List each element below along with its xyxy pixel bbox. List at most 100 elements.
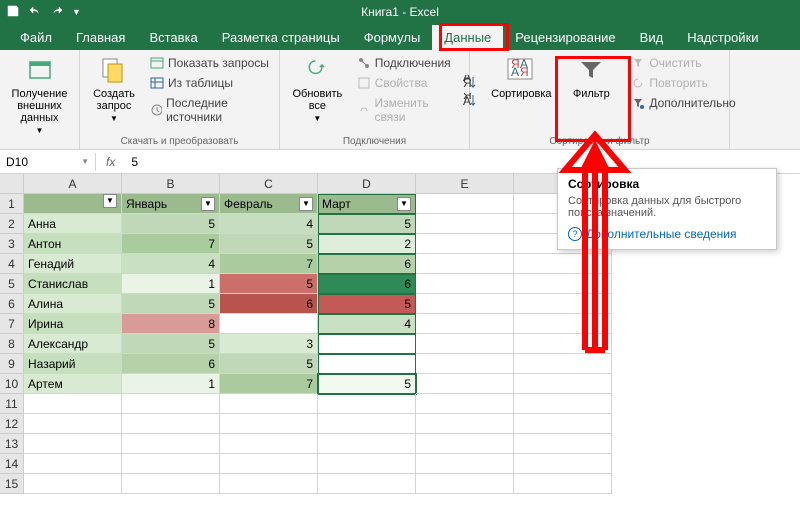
cell[interactable]: Анна	[24, 214, 122, 234]
customize-icon[interactable]: ▼	[72, 7, 81, 17]
refresh-all-button[interactable]: Обновить все▼	[286, 54, 349, 123]
cell[interactable]: 6	[318, 274, 416, 294]
cell[interactable]	[24, 434, 122, 454]
cell[interactable]	[318, 474, 416, 494]
cell[interactable]	[514, 454, 612, 474]
cell[interactable]: 1	[122, 274, 220, 294]
row-header[interactable]: 11	[0, 394, 24, 414]
tab-рецензирование[interactable]: Рецензирование	[503, 25, 627, 50]
cell[interactable]: 6	[318, 254, 416, 274]
cell[interactable]: 5	[220, 354, 318, 374]
cell[interactable]	[318, 454, 416, 474]
cell[interactable]: 6	[220, 294, 318, 314]
formula-input[interactable]: 5	[125, 155, 138, 169]
cell[interactable]	[220, 414, 318, 434]
cell[interactable]: 5	[318, 374, 416, 394]
cell[interactable]	[24, 414, 122, 434]
cell[interactable]: 2	[318, 234, 416, 254]
cell[interactable]	[416, 394, 514, 414]
cell[interactable]	[318, 414, 416, 434]
cell[interactable]	[318, 434, 416, 454]
col-header[interactable]: C	[220, 174, 318, 194]
cell[interactable]: 3	[220, 334, 318, 354]
cell[interactable]: 5	[220, 274, 318, 294]
cell[interactable]	[416, 334, 514, 354]
row-header[interactable]: 15	[0, 474, 24, 494]
cell[interactable]	[416, 434, 514, 454]
cell[interactable]: Назарий	[24, 354, 122, 374]
cell[interactable]	[514, 394, 612, 414]
cell[interactable]	[220, 314, 318, 334]
cell[interactable]: ▼	[24, 194, 122, 214]
cell[interactable]: 5	[122, 214, 220, 234]
col-header[interactable]: E	[416, 174, 514, 194]
cell[interactable]	[318, 334, 416, 354]
cell[interactable]: Февраль▼	[220, 194, 318, 214]
tab-надстройки[interactable]: Надстройки	[675, 25, 770, 50]
cell[interactable]: Январь▼	[122, 194, 220, 214]
cell[interactable]: 7	[220, 254, 318, 274]
cell[interactable]: 5	[220, 234, 318, 254]
row-header[interactable]: 12	[0, 414, 24, 434]
cell[interactable]: Антон	[24, 234, 122, 254]
row-header[interactable]: 5	[0, 274, 24, 294]
cell[interactable]: Март▼	[318, 194, 416, 214]
row-header[interactable]: 3	[0, 234, 24, 254]
cell[interactable]: 5	[318, 214, 416, 234]
row-header[interactable]: 7	[0, 314, 24, 334]
cell[interactable]: 4	[220, 214, 318, 234]
row-header[interactable]: 4	[0, 254, 24, 274]
cell[interactable]	[122, 434, 220, 454]
cell[interactable]	[416, 374, 514, 394]
cell[interactable]	[220, 454, 318, 474]
undo-icon[interactable]	[28, 4, 42, 21]
tab-разметка страницы[interactable]: Разметка страницы	[210, 25, 352, 50]
row-header[interactable]: 14	[0, 454, 24, 474]
cell[interactable]	[318, 354, 416, 374]
cell[interactable]: 7	[220, 374, 318, 394]
cell[interactable]	[416, 274, 514, 294]
recent-sources-button[interactable]: Последние источники	[148, 94, 273, 126]
cell[interactable]	[416, 414, 514, 434]
row-header[interactable]: 8	[0, 334, 24, 354]
cell[interactable]	[24, 394, 122, 414]
sort-button[interactable]: ЯААЯСортировка	[489, 54, 553, 100]
row-header[interactable]: 1	[0, 194, 24, 214]
cell[interactable]	[514, 354, 612, 374]
tab-вид[interactable]: Вид	[628, 25, 676, 50]
advanced-filter-button[interactable]: Дополнительно	[629, 94, 737, 112]
tab-файл[interactable]: Файл	[8, 25, 64, 50]
cell[interactable]	[514, 414, 612, 434]
cell[interactable]	[24, 454, 122, 474]
col-header[interactable]: B	[122, 174, 220, 194]
new-query-button[interactable]: Создать запрос▼	[86, 54, 142, 123]
name-box[interactable]: D10▼	[0, 153, 96, 171]
cell[interactable]	[514, 434, 612, 454]
cell[interactable]: Александр	[24, 334, 122, 354]
connections-button[interactable]: Подключения	[355, 54, 463, 72]
cell[interactable]	[514, 374, 612, 394]
cell[interactable]	[416, 234, 514, 254]
cell[interactable]: 4	[318, 314, 416, 334]
cell[interactable]: 6	[122, 354, 220, 374]
cell[interactable]: Алина	[24, 294, 122, 314]
cell[interactable]: Генадий	[24, 254, 122, 274]
tab-данные[interactable]: Данные	[432, 25, 503, 50]
fx-icon[interactable]: fx	[96, 155, 125, 169]
cell[interactable]	[514, 334, 612, 354]
cell[interactable]: 4	[122, 254, 220, 274]
cell[interactable]	[514, 314, 612, 334]
filter-button[interactable]: Фильтр	[559, 54, 623, 100]
cell[interactable]: 7	[122, 234, 220, 254]
cell[interactable]	[122, 414, 220, 434]
cell[interactable]: Ирина	[24, 314, 122, 334]
cell[interactable]	[514, 474, 612, 494]
cell[interactable]	[122, 454, 220, 474]
cell[interactable]: 1	[122, 374, 220, 394]
cell[interactable]	[220, 474, 318, 494]
cell[interactable]	[220, 394, 318, 414]
cell[interactable]	[318, 394, 416, 414]
show-queries-button[interactable]: Показать запросы	[148, 54, 273, 72]
save-icon[interactable]	[6, 4, 20, 21]
row-header[interactable]: 13	[0, 434, 24, 454]
